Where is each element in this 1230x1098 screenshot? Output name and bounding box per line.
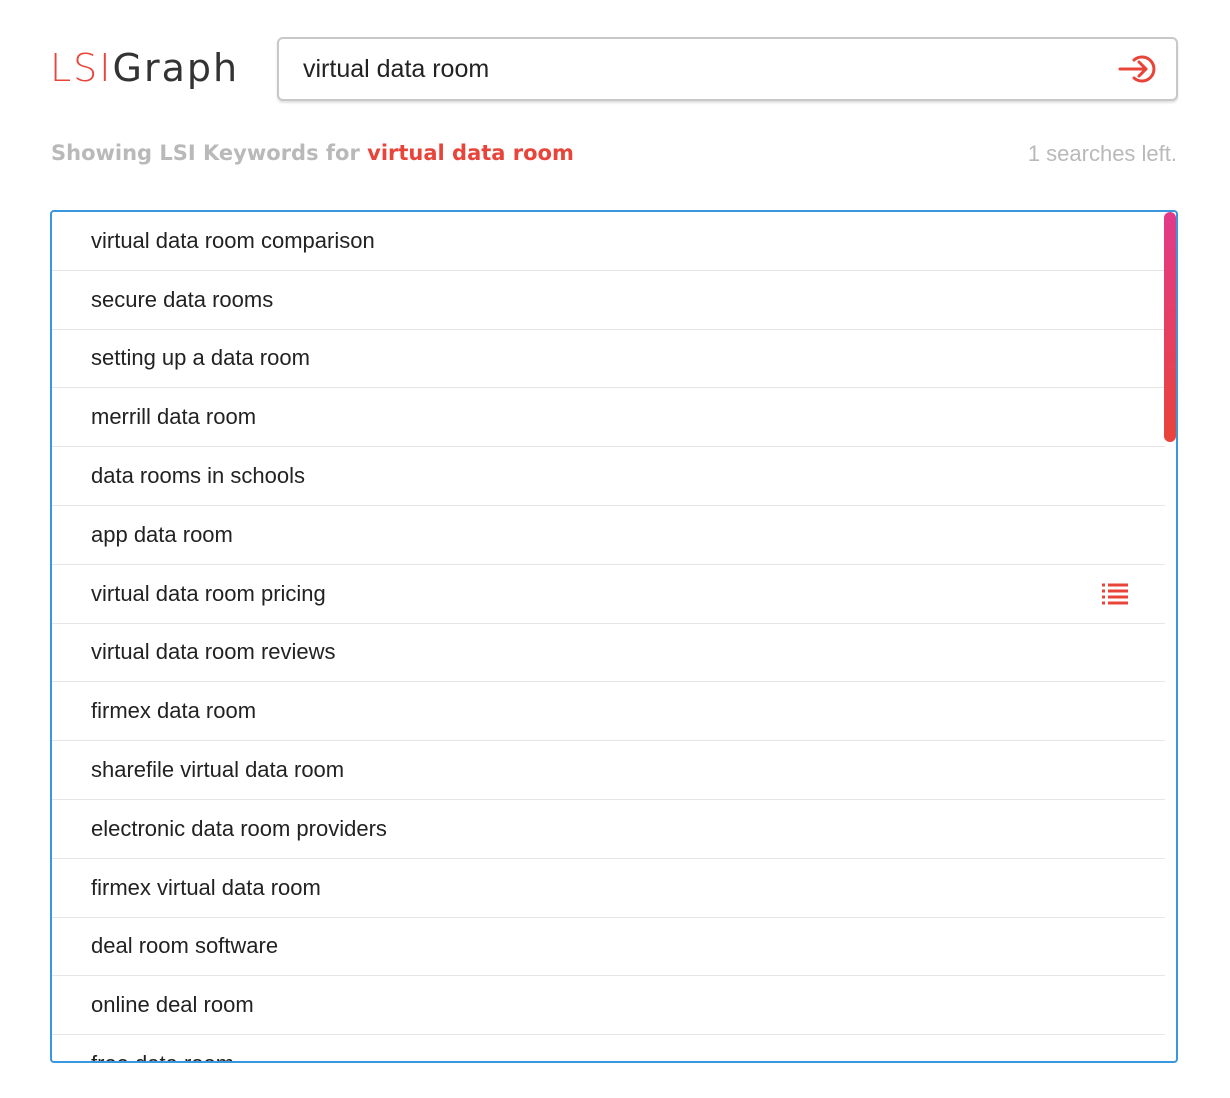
result-keyword: firmex virtual data room bbox=[91, 874, 321, 900]
logo-lsi-text: LSI bbox=[50, 46, 113, 90]
result-row[interactable]: secure data rooms bbox=[52, 271, 1165, 330]
result-row[interactable]: virtual data room reviews bbox=[52, 624, 1165, 683]
result-keyword: app data room bbox=[91, 521, 233, 547]
search-box bbox=[277, 37, 1178, 101]
searches-left-counter: 1 searches left. bbox=[1027, 141, 1177, 166]
list-icon[interactable] bbox=[1101, 582, 1129, 606]
result-keyword: online deal room bbox=[91, 992, 254, 1018]
result-row[interactable]: free data room bbox=[52, 1035, 1165, 1061]
result-keyword: deal room software bbox=[91, 933, 279, 959]
search-input[interactable] bbox=[303, 39, 1103, 99]
result-keyword: virtual data room comparison bbox=[91, 227, 375, 253]
scrollbar-thumb[interactable] bbox=[1164, 212, 1176, 442]
logo[interactable]: LSIGraph bbox=[50, 46, 239, 90]
result-keyword: setting up a data room bbox=[91, 345, 310, 371]
result-row[interactable]: electronic data room providers bbox=[52, 800, 1165, 859]
login-arrow-icon bbox=[1118, 55, 1156, 83]
result-row[interactable]: app data room bbox=[52, 506, 1165, 565]
result-row[interactable]: merrill data room bbox=[52, 388, 1165, 448]
result-row[interactable]: firmex data room bbox=[52, 682, 1165, 742]
result-keyword: electronic data room providers bbox=[91, 815, 387, 841]
result-keyword: merrill data room bbox=[91, 404, 257, 430]
result-keyword: virtual data room pricing bbox=[91, 580, 326, 606]
result-row[interactable]: virtual data room pricing bbox=[52, 565, 1165, 624]
result-row[interactable]: data rooms in schools bbox=[52, 447, 1165, 506]
result-keyword: secure data rooms bbox=[91, 286, 274, 312]
result-keyword: free data room bbox=[91, 1051, 234, 1061]
result-row[interactable]: virtual data room comparison bbox=[52, 212, 1165, 271]
result-keyword: sharefile virtual data room bbox=[91, 757, 345, 783]
logo-graph-text: Graph bbox=[112, 46, 240, 90]
results-heading: Showing LSI Keywords for virtual data ro… bbox=[51, 141, 574, 165]
result-row[interactable]: online deal room bbox=[52, 976, 1165, 1036]
result-row[interactable]: deal room software bbox=[52, 918, 1165, 977]
result-row[interactable]: firmex virtual data room bbox=[52, 859, 1165, 918]
results-heading-keyword: virtual data room bbox=[367, 141, 574, 165]
result-row[interactable]: sharefile virtual data room bbox=[52, 741, 1165, 800]
search-submit-button[interactable] bbox=[1118, 51, 1158, 87]
results-panel: virtual data room comparison secure data … bbox=[50, 210, 1178, 1063]
results-heading-prefix: Showing LSI Keywords for bbox=[51, 141, 368, 165]
result-list: virtual data room comparison secure data … bbox=[52, 212, 1165, 1061]
result-keyword: firmex data room bbox=[91, 698, 257, 724]
result-keyword: virtual data room reviews bbox=[91, 639, 336, 665]
result-keyword: data rooms in schools bbox=[91, 463, 305, 489]
result-row[interactable]: setting up a data room bbox=[52, 330, 1165, 389]
